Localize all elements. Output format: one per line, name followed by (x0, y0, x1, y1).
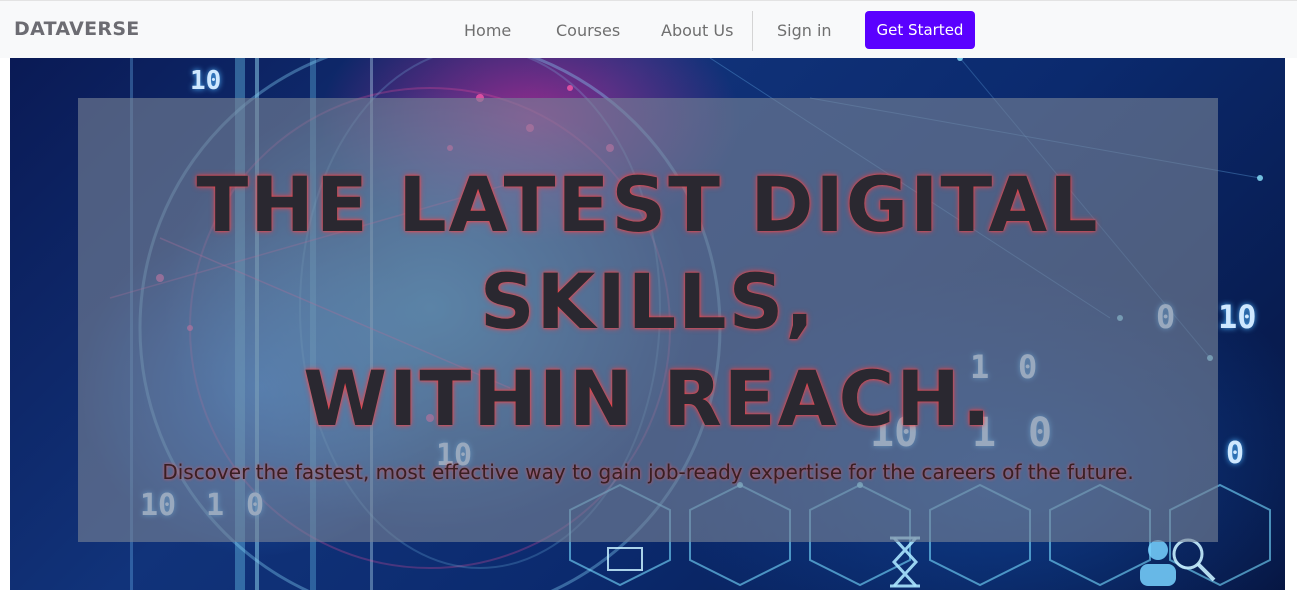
headline-line-1: THE LATEST DIGITAL (196, 160, 1100, 249)
background-digit: 10 (1218, 298, 1257, 336)
headline-line-3: WITHIN REACH. (303, 354, 993, 443)
nav-link-sign-in[interactable]: Sign in (777, 21, 832, 40)
get-started-button[interactable]: Get Started (865, 11, 975, 49)
hero-headline: THE LATEST DIGITAL SKILLS, WITHIN REACH. (78, 156, 1218, 447)
nav-link-courses[interactable]: Courses (556, 21, 620, 40)
hero-text-panel: THE LATEST DIGITAL SKILLS, WITHIN REACH.… (78, 98, 1218, 542)
hero-banner: 0 10 1 0 10 1 0 0 10 1 0 10 10 THE LATES… (10, 58, 1285, 590)
brand-logo[interactable]: DATAVERSE (14, 18, 140, 40)
hero-subtext: Discover the fastest, most effective way… (162, 460, 1134, 484)
background-digit: 10 (190, 66, 222, 96)
top-navbar: DATAVERSE Home Courses About Us Sign in … (0, 0, 1297, 58)
background-digit: 0 (1226, 436, 1245, 471)
nav-link-home[interactable]: Home (464, 21, 511, 40)
nav-divider (752, 11, 753, 51)
nav-link-about-us[interactable]: About Us (661, 21, 733, 40)
headline-line-2: SKILLS, (479, 257, 817, 346)
